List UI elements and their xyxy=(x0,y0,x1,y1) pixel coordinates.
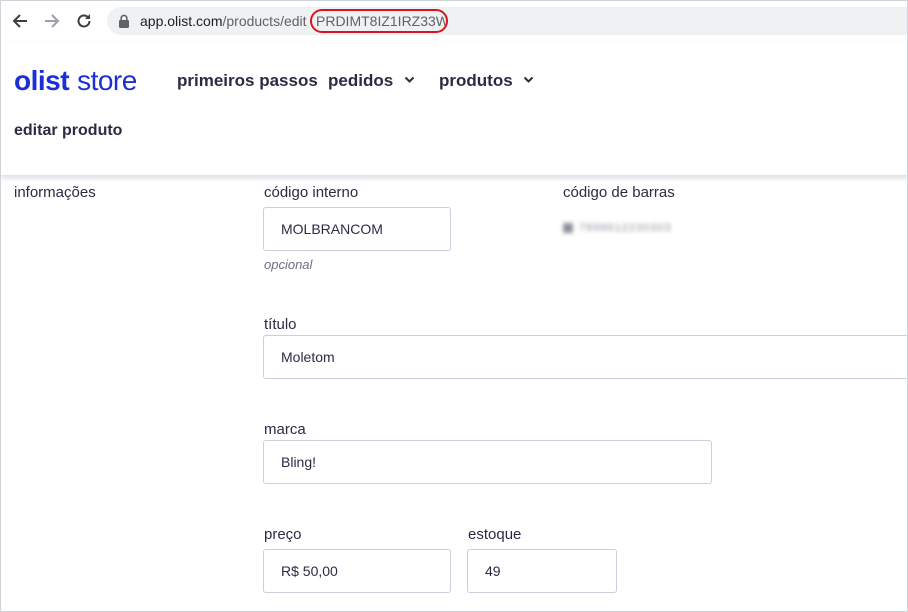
stock-label: estoque xyxy=(468,526,522,543)
title-input[interactable] xyxy=(263,335,907,379)
url-product-id-highlight: PRDIMT8IZ1IRZ33W xyxy=(310,9,448,33)
address-bar[interactable]: app.olist.com/products/edit PRDIMT8IZ1IR… xyxy=(107,7,907,35)
stock-input[interactable] xyxy=(467,549,617,593)
nav-label: pedidos xyxy=(328,71,394,90)
barcode-icon xyxy=(563,223,573,233)
forward-icon[interactable] xyxy=(41,10,63,32)
reload-icon[interactable] xyxy=(73,10,95,32)
logo-olist: olist xyxy=(14,65,70,96)
olist-store-logo[interactable]: olist store xyxy=(14,63,137,99)
internal-code-input[interactable] xyxy=(263,207,451,251)
nav-primeiros-passos[interactable]: primeiros passos xyxy=(177,70,318,92)
section-title-informacoes: informações xyxy=(14,184,96,201)
barcode-text: 7899612230303 xyxy=(579,222,672,234)
price-input[interactable] xyxy=(263,549,451,593)
brand-label: marca xyxy=(264,421,306,438)
back-icon[interactable] xyxy=(9,10,31,32)
nav-label: primeiros passos xyxy=(177,71,318,90)
brand-input[interactable] xyxy=(263,440,712,484)
url-host: app.olist.com xyxy=(140,13,223,29)
logo-store: store xyxy=(77,65,137,96)
url-path: /products/edit xyxy=(222,13,307,29)
barcode-value: 7899612230303 xyxy=(563,221,689,235)
nav-label: produtos xyxy=(439,71,513,90)
internal-code-hint: opcional xyxy=(264,257,313,272)
lock-icon xyxy=(119,14,129,28)
app-header: olist store primeiros passos pedidos prod… xyxy=(1,41,907,175)
url-text: app.olist.com/products/edit xyxy=(140,7,307,35)
page-title: editar produto xyxy=(14,122,123,139)
barcode-label: código de barras xyxy=(563,184,675,201)
internal-code-label: código interno xyxy=(264,184,359,201)
screenshot-frame: app.olist.com/products/edit PRDIMT8IZ1IR… xyxy=(0,0,908,612)
price-label: preço xyxy=(264,526,302,543)
chevron-down-icon xyxy=(404,76,415,83)
nav-produtos[interactable]: produtos xyxy=(439,70,534,92)
nav-pedidos[interactable]: pedidos xyxy=(328,70,415,92)
chevron-down-icon xyxy=(524,76,534,83)
browser-toolbar: app.olist.com/products/edit PRDIMT8IZ1IR… xyxy=(1,1,907,41)
title-label: título xyxy=(264,316,297,333)
